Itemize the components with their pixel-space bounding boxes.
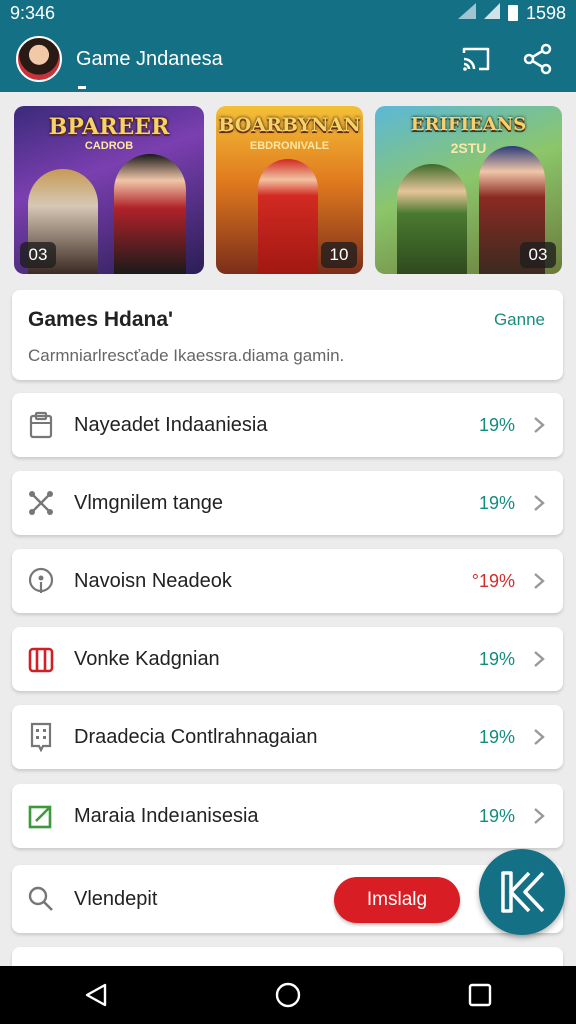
- cast-button[interactable]: [454, 37, 498, 81]
- list-item-value: 19%: [478, 492, 515, 513]
- list-item[interactable]: Navoisn Neadeok °19%: [12, 549, 563, 613]
- back-icon: [85, 983, 107, 1007]
- banner-badge: 03: [20, 242, 56, 268]
- section-title: Games Hdana': [28, 308, 174, 331]
- app-title: Game Jndanesa: [76, 47, 223, 70]
- list-item-value: °19%: [471, 570, 515, 591]
- wifi-icon: [483, 2, 500, 24]
- app-bar: Game Jndanesa: [0, 26, 576, 92]
- banner-game-2[interactable]: BOARBYNAN EBDRONIVALE 10: [216, 106, 363, 274]
- character-figure: [258, 159, 318, 274]
- battery-level: 1598: [525, 2, 566, 23]
- list-item[interactable]: Nayeadet Indaaniesia 19%: [12, 393, 563, 457]
- chevron-right-icon: [529, 728, 549, 746]
- search-icon: [26, 884, 56, 914]
- list-item[interactable]: Draadecia Contlrahnagaian 19%: [12, 705, 563, 769]
- recents-icon: [468, 983, 492, 1007]
- system-nav-bar: [0, 966, 576, 1024]
- install-button[interactable]: Imslalg: [334, 877, 460, 923]
- cast-icon: [462, 47, 490, 71]
- signal-icon: [457, 2, 476, 24]
- list-item-label: Navoisn Neadeok: [74, 569, 232, 592]
- section-description: Carmniarlrescťade Ikaessra.diama gamin.: [28, 346, 345, 365]
- banner-title: BOARBYNAN: [218, 114, 361, 136]
- featured-banners: BPAREER CADROB 03 BOARBYNAN EBDRONIVALE …: [14, 106, 562, 274]
- status-time: 9:346: [10, 2, 56, 23]
- list-item[interactable]: Vlmgnilem tange 19%: [12, 471, 563, 535]
- search-row-label: Vlendepit: [74, 887, 158, 910]
- title-indicator: [78, 86, 86, 89]
- recents-button[interactable]: [455, 970, 505, 1020]
- list-item-label: Draadecia Contlrahnagaian: [74, 725, 318, 748]
- character-figure: [114, 154, 186, 274]
- back-button[interactable]: [71, 970, 121, 1020]
- games-link[interactable]: Ganne: [494, 310, 545, 330]
- banner-game-1[interactable]: BPAREER CADROB 03: [14, 106, 204, 274]
- list-item-value: 19%: [478, 805, 515, 826]
- character-figure: [397, 164, 467, 274]
- list-item-label: Maraia Indeıanisesia: [74, 804, 259, 827]
- chevron-right-icon: [529, 807, 549, 825]
- luggage-icon: [26, 644, 56, 674]
- clipboard-icon: [26, 410, 56, 440]
- list-item-label: Nayeadet Indaaniesia: [74, 413, 268, 436]
- fab-button[interactable]: [479, 849, 565, 935]
- list-item[interactable]: Vonke Kadgnian 19%: [12, 627, 563, 691]
- share-icon: [523, 43, 552, 75]
- status-bar: 9:346 1598: [0, 0, 576, 26]
- chevron-right-icon: [529, 494, 549, 512]
- banner-subtitle: EBDRONIVALE: [249, 140, 330, 152]
- list-item-label: Vonke Kadgnian: [74, 647, 220, 670]
- building-icon: [26, 722, 56, 752]
- games-info-card: Games Hdana' Ganne Carmniarlrescťade Ika…: [12, 290, 563, 380]
- cross-tools-icon: [26, 488, 56, 518]
- chevron-right-icon: [529, 572, 549, 590]
- banner-badge: 03: [520, 242, 556, 268]
- list-item[interactable]: Maraia Indeıanisesia 19%: [12, 784, 563, 848]
- avatar[interactable]: [16, 36, 62, 82]
- home-icon: [275, 982, 301, 1008]
- banner-game-3[interactable]: ERIFIEANS 2STU 03: [375, 106, 562, 274]
- banner-title: BPAREER: [48, 114, 170, 140]
- banner-title: ERIFIEANS: [410, 114, 527, 135]
- chevron-right-icon: [529, 416, 549, 434]
- list-item-value: 19%: [478, 648, 515, 669]
- list-item-label: Vlmgnilem tange: [74, 491, 223, 514]
- banner-badge: 10: [321, 242, 357, 268]
- double-chevron-icon: [501, 871, 545, 913]
- location-pin-icon: [26, 566, 56, 596]
- battery-icon: [507, 5, 518, 21]
- chevron-right-icon: [529, 650, 549, 668]
- list-item-value: 19%: [478, 414, 515, 435]
- edit-square-icon: [26, 801, 56, 831]
- share-button[interactable]: [516, 37, 560, 81]
- home-button[interactable]: [263, 970, 313, 1020]
- list-item-value: 19%: [478, 726, 515, 747]
- banner-subtitle: CADROB: [84, 140, 134, 152]
